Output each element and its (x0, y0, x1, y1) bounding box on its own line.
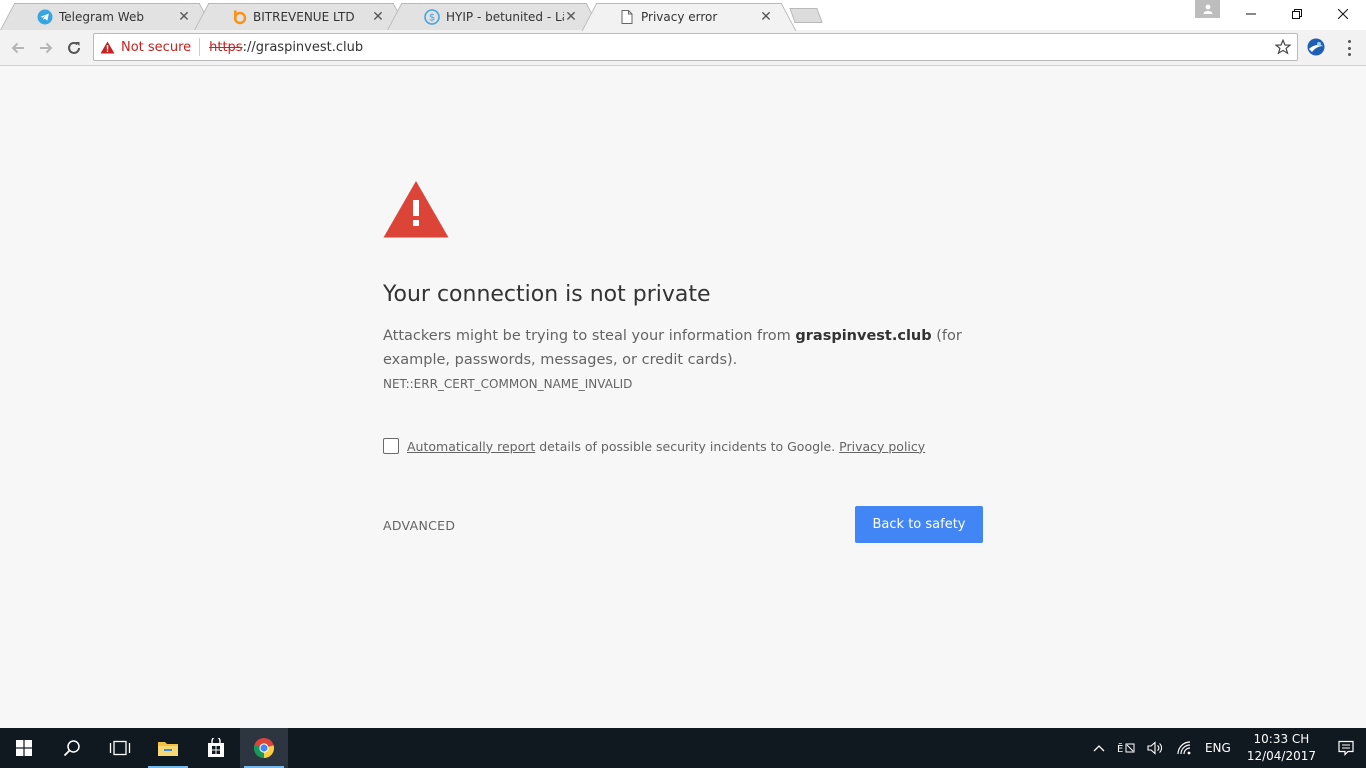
back-to-safety-button[interactable]: Back to safety (855, 506, 983, 543)
task-view-button[interactable] (96, 728, 144, 768)
url-text[interactable]: https://graspinvest.club (200, 40, 363, 55)
windows-taskbar: Ẽ ENG 10:33 CH 12/04/2017 (0, 728, 1366, 768)
close-tab-icon[interactable]: ✕ (371, 9, 385, 25)
clock-date: 12/04/2017 (1246, 749, 1316, 763)
report-checkbox[interactable] (383, 438, 399, 454)
close-tab-icon[interactable]: ✕ (564, 9, 578, 25)
report-link[interactable]: Automatically report (407, 439, 535, 454)
folder-icon (158, 742, 178, 756)
error-code[interactable]: NET::ERR_CERT_COMMON_NAME_INVALID (383, 377, 632, 391)
domain-name: graspinvest.club (795, 328, 932, 344)
tab-strip: Telegram Web ✕ BITREVENUE LTD ✕ $ HYIP -… (0, 0, 1366, 30)
search-button[interactable] (48, 728, 96, 768)
forward-button[interactable] (35, 37, 57, 59)
new-tab-button[interactable] (789, 8, 823, 23)
close-tab-icon[interactable]: ✕ (177, 9, 191, 25)
notification-icon (1338, 740, 1354, 756)
explain-text-1: Attackers might be trying to steal your … (383, 328, 796, 344)
restore-button[interactable] (1274, 0, 1320, 28)
tab-telegram[interactable]: Telegram Web ✕ (14, 3, 200, 30)
warning-icon (100, 41, 115, 53)
advanced-button[interactable]: ADVANCED (383, 518, 455, 533)
show-hidden-icons[interactable] (1093, 744, 1105, 752)
browser-toolbar: Not secure https://graspinvest.club (0, 30, 1366, 66)
close-tab-icon[interactable]: ✕ (759, 9, 773, 25)
action-center-button[interactable] (1326, 740, 1366, 756)
report-row: Automatically report details of possible… (383, 438, 983, 454)
arrow-right-icon (40, 42, 53, 54)
wifi-icon[interactable] (1177, 741, 1193, 755)
extension-icon[interactable] (1307, 38, 1325, 56)
url-host: ://graspinvest.club (242, 39, 364, 55)
back-button[interactable] (7, 37, 29, 59)
tab-title: HYIP - betunited - Lãi ng (446, 10, 564, 24)
more-menu-icon[interactable] (1343, 38, 1355, 58)
interstitial-content: Your connection is not private Attackers… (383, 180, 983, 543)
tab-title: BITREVENUE LTD (253, 10, 355, 24)
hyip-icon: $ (424, 9, 440, 25)
window-controls (1228, 0, 1366, 28)
svg-text:Ẽ: Ẽ (1117, 742, 1123, 755)
language-indicator[interactable]: ENG (1205, 741, 1231, 755)
input-method-icon[interactable]: Ẽ (1117, 741, 1135, 755)
close-window-button[interactable] (1320, 0, 1366, 28)
report-text: Automatically report details of possible… (407, 439, 925, 454)
actions-row: ADVANCED Back to safety (383, 506, 983, 543)
restore-icon (1292, 9, 1302, 19)
search-icon (63, 740, 80, 757)
chrome-icon (253, 738, 275, 759)
profile-button[interactable] (1195, 0, 1220, 18)
system-tray: Ẽ ENG 10:33 CH 12/04/2017 (1087, 728, 1366, 768)
bookmark-star-icon[interactable] (1274, 38, 1292, 59)
arrow-left-icon (11, 42, 24, 54)
close-icon (1338, 9, 1348, 19)
taskbar-store[interactable] (192, 728, 240, 768)
svg-text:$: $ (429, 13, 435, 24)
warning-triangle-icon (383, 181, 449, 238)
page-title: Your connection is not private (383, 282, 711, 307)
store-icon (208, 738, 224, 757)
tab-title: Privacy error (641, 10, 718, 24)
error-explanation: Attackers might be trying to steal your … (383, 324, 983, 396)
tab-privacy-error[interactable]: Privacy error ✕ (596, 3, 782, 30)
reload-button[interactable] (63, 37, 85, 59)
page-icon (619, 9, 635, 25)
minimize-button[interactable] (1228, 0, 1274, 28)
task-view-icon (109, 740, 131, 756)
person-icon (1203, 4, 1212, 14)
windows-logo-icon (16, 740, 32, 756)
address-bar[interactable]: Not secure https://graspinvest.club (93, 33, 1298, 61)
security-chip[interactable]: Not secure (94, 38, 201, 56)
taskbar-chrome[interactable] (240, 728, 288, 768)
start-button[interactable] (0, 728, 48, 768)
clock-time: 10:33 CH (1253, 732, 1310, 746)
reload-icon (68, 41, 80, 54)
bitrevenue-icon (231, 9, 247, 25)
tab-title: Telegram Web (59, 10, 144, 24)
tab-hyip[interactable]: $ HYIP - betunited - Lãi ng ✕ (401, 3, 587, 30)
minimize-icon (1246, 13, 1256, 15)
taskbar-file-explorer[interactable] (144, 728, 192, 768)
clock[interactable]: 10:33 CH 12/04/2017 (1247, 731, 1316, 765)
telegram-icon (37, 9, 53, 25)
volume-icon[interactable] (1147, 741, 1165, 755)
tab-bitrevenue[interactable]: BITREVENUE LTD ✕ (208, 3, 394, 30)
security-label: Not secure (121, 39, 192, 55)
url-scheme: https (209, 39, 243, 55)
report-description: details of possible security incidents t… (535, 438, 840, 454)
privacy-policy-link[interactable]: Privacy policy (839, 439, 925, 454)
